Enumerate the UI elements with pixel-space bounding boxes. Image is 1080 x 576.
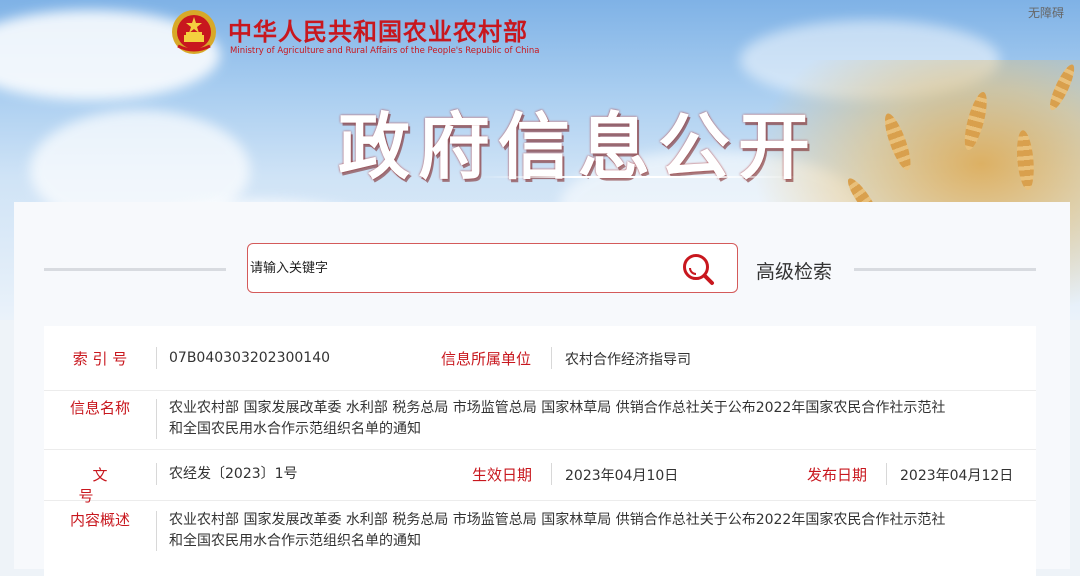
search-divider-right xyxy=(854,268,1036,271)
publish-date-label: 发布日期 xyxy=(807,466,868,484)
accessibility-link[interactable]: 无障碍 xyxy=(1028,4,1064,21)
summary-label: 内容概述 xyxy=(69,511,130,529)
divider xyxy=(551,463,552,485)
ministry-name-en[interactable]: Ministry of Agriculture and Rural Affair… xyxy=(230,46,539,56)
info-row-name: 信息名称 农业农村部 国家发展改革委 水利部 税务总局 市场监管总局 国家林草局… xyxy=(44,391,1036,450)
info-row-index: 索 引 号 07B040303202300140 信息所属单位 农村合作经济指导… xyxy=(44,326,1036,391)
info-row-doc: 文号 农经发〔2023〕1号 生效日期 2023年04月10日 发布日期 202… xyxy=(44,450,1036,505)
effective-date-value: 2023年04月10日 xyxy=(565,468,679,484)
publish-date-value: 2023年04月12日 xyxy=(900,468,1014,484)
search-divider-left xyxy=(44,268,226,271)
advanced-search-link[interactable]: 高级检索 xyxy=(756,257,832,284)
summary-value: 农业农村部 国家发展改革委 水利部 税务总局 市场监管总局 国家林草局 供销合作… xyxy=(169,510,1029,552)
search-input[interactable] xyxy=(248,244,670,292)
divider xyxy=(156,463,157,485)
divider xyxy=(156,399,157,439)
name-value-line1: 农业农村部 国家发展改革委 水利部 税务总局 市场监管总局 国家林草局 供销合作… xyxy=(169,400,946,416)
summary-value-line1: 农业农村部 国家发展改革委 水利部 税务总局 市场监管总局 国家林草局 供销合作… xyxy=(169,512,946,528)
info-table: 索 引 号 07B040303202300140 信息所属单位 农村合作经济指导… xyxy=(44,326,1036,576)
doc-number-label: 文号 xyxy=(78,466,136,505)
name-label: 信息名称 xyxy=(69,399,130,417)
unit-value: 农村合作经济指导司 xyxy=(565,352,691,368)
divider xyxy=(886,463,887,485)
title-underline-decoration xyxy=(478,176,800,178)
ministry-name[interactable]: 中华人民共和国农业农村部 xyxy=(228,12,528,47)
search-box xyxy=(247,243,738,293)
search-icon[interactable] xyxy=(681,252,717,286)
effective-date-label: 生效日期 xyxy=(472,466,533,484)
divider xyxy=(551,347,552,369)
info-row-summary: 内容概述 农业农村部 国家发展改革委 水利部 税务总局 市场监管总局 国家林草局… xyxy=(44,501,1036,576)
summary-value-line2: 和全国农民用水合作示范组织名单的通知 xyxy=(169,533,421,549)
index-label: 索 引 号 xyxy=(72,350,128,368)
doc-number-value: 农经发〔2023〕1号 xyxy=(169,466,298,482)
index-value: 07B040303202300140 xyxy=(169,350,331,366)
divider xyxy=(156,511,157,551)
divider xyxy=(156,347,157,369)
name-value: 农业农村部 国家发展改革委 水利部 税务总局 市场监管总局 国家林草局 供销合作… xyxy=(169,398,1029,440)
national-emblem-icon xyxy=(172,10,216,54)
name-value-line2: 和全国农民用水合作示范组织名单的通知 xyxy=(169,421,421,437)
unit-label: 信息所属单位 xyxy=(441,350,532,368)
